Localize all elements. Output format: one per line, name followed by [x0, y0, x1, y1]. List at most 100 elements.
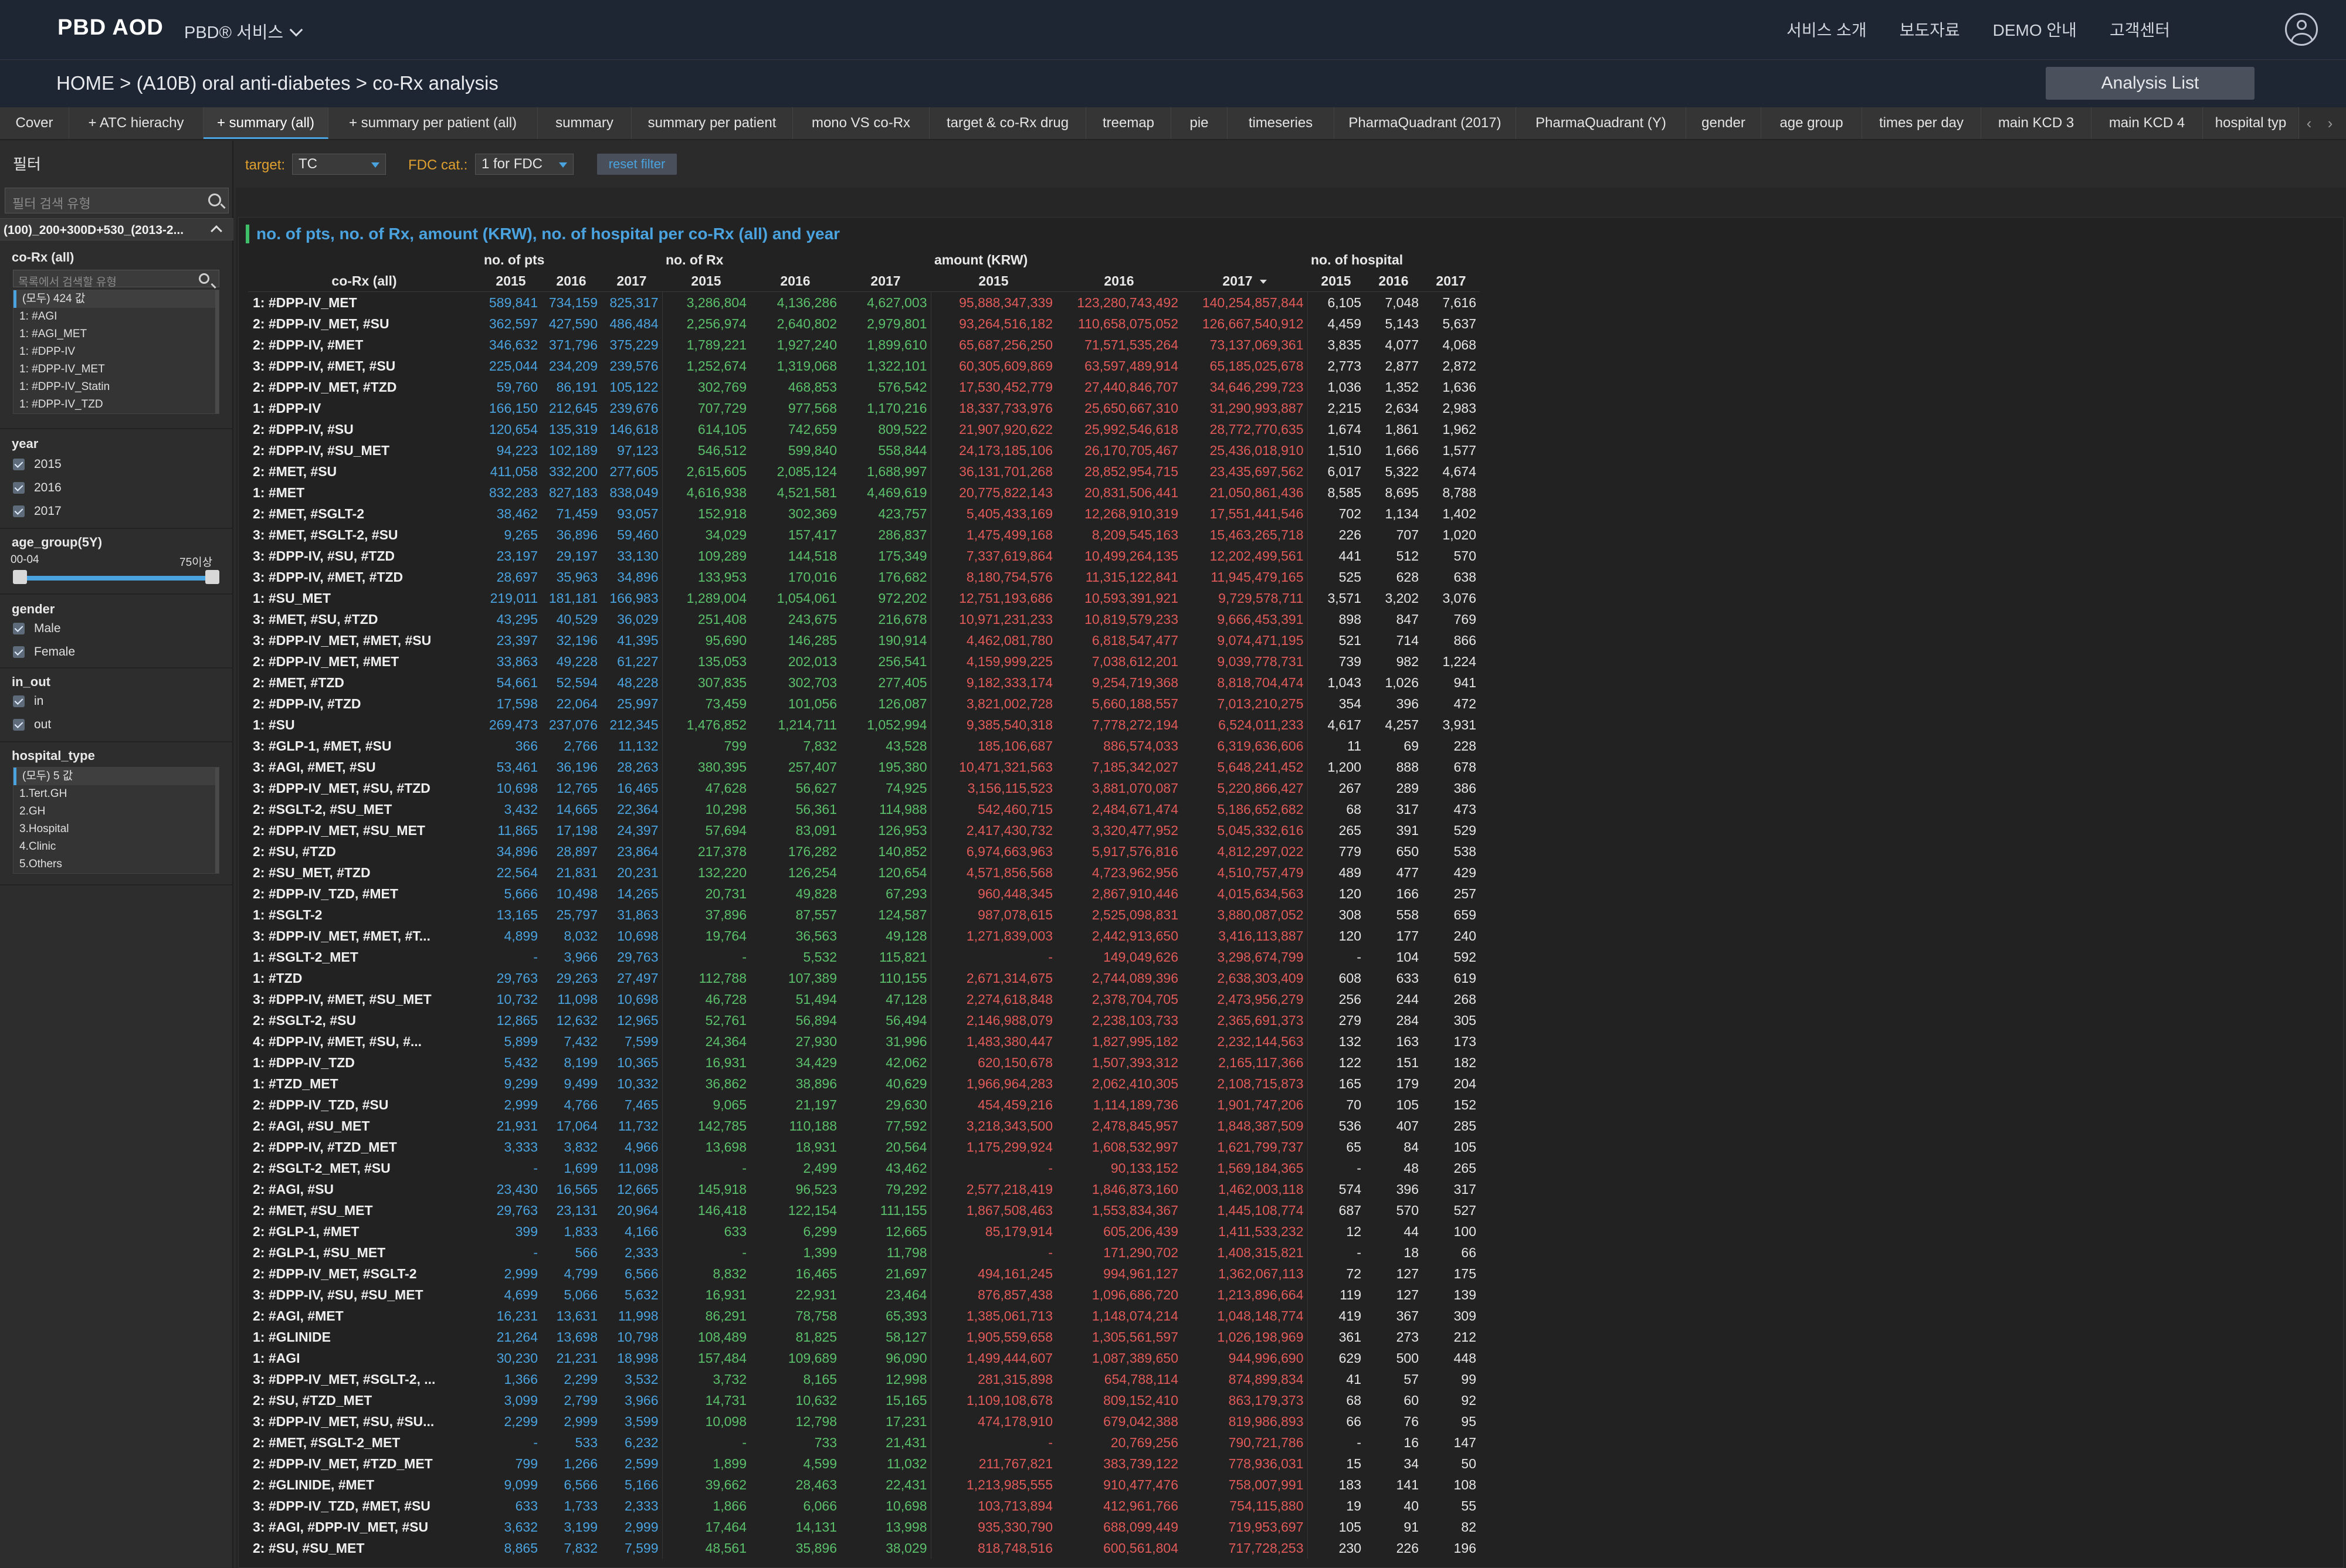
table-row[interactable]: 2: #SGLT-2, #SU_MET 3,432 14,665 22,364 10,2…: [248, 799, 1480, 820]
tab-hospital-type[interactable]: hospital typ: [2203, 107, 2299, 139]
tab-pharmaquadrant-2017[interactable]: PharmaQuadrant (2017): [1334, 107, 1516, 139]
analysis-list-button[interactable]: Analysis List: [2046, 67, 2255, 100]
table-row[interactable]: 3: #MET, #SGLT-2, #SU 9,265 36,896 59,460 34…: [248, 524, 1480, 545]
table-row[interactable]: 1: #SU_MET 219,011 181,181 166,983 1,289,004…: [248, 588, 1480, 609]
logo[interactable]: PBD AOD: [57, 15, 164, 40]
table-row[interactable]: 2: #SU, #TZD 34,896 28,897 23,864 217,378 176…: [248, 841, 1480, 862]
table-row[interactable]: 2: #DPP-IV_MET, #SU 362,597 427,590 486,484…: [248, 313, 1480, 334]
table-row[interactable]: 2: #GLP-1, #MET 399 1,833 4,166 633 6,299 12,6…: [248, 1221, 1480, 1242]
table-row[interactable]: 1: #SGLT-2 13,165 25,797 31,863 37,896 87,557…: [248, 904, 1480, 925]
list-item[interactable]: 4.Clinic: [13, 838, 219, 856]
table-row[interactable]: 2: #SGLT-2_MET, #SU - 1,699 11,098 - 2,499 43,…: [248, 1158, 1480, 1179]
table-row[interactable]: 1: #DPP-IV 166,150 212,645 239,676 707,729 97…: [248, 398, 1480, 419]
slider-min-handle[interactable]: [13, 570, 27, 584]
year-header[interactable]: 2015: [480, 270, 541, 292]
table-row[interactable]: 1: #DPP-IV_MET 589,841 734,159 825,317 3,286…: [248, 291, 1480, 313]
year-header[interactable]: 2017: [840, 270, 931, 292]
reset-filter-button[interactable]: reset filter: [597, 154, 677, 175]
table-row[interactable]: 3: #AGI, #MET, #SU 53,461 36,196 28,263 380,…: [248, 756, 1480, 778]
table-row[interactable]: 3: #DPP-IV, #MET, #SU 225,044 234,209 239,5…: [248, 355, 1480, 376]
table-row[interactable]: 3: #DPP-IV, #MET, #TZD 28,697 35,963 34,896…: [248, 566, 1480, 588]
checkbox-out[interactable]: [13, 719, 25, 731]
tab-times-per-day[interactable]: times per day: [1862, 107, 1981, 139]
list-item[interactable]: 3.Hospital: [13, 820, 219, 838]
tab-atc-hierachy[interactable]: + ATC hierachy: [69, 107, 204, 139]
corx-search-input[interactable]: 목록에서 검색할 유형: [13, 270, 219, 289]
table-row[interactable]: 3: #DPP-IV_MET, #MET, #SU 23,397 32,196 41,…: [248, 630, 1480, 651]
table-row[interactable]: 2: #SU_MET, #TZD 22,564 21,831 20,231 132,22…: [248, 862, 1480, 883]
service-menu[interactable]: PBD® 서비스: [184, 19, 303, 43]
year-header[interactable]: 2015: [662, 270, 750, 292]
user-icon[interactable]: [2285, 13, 2318, 46]
list-item[interactable]: 1.Tert.GH: [13, 785, 219, 803]
tab-scroll-right-icon[interactable]: ›: [2320, 107, 2340, 139]
year-header-sorted[interactable]: 2017: [1182, 270, 1307, 292]
scrollbar[interactable]: [215, 768, 219, 873]
table-row[interactable]: 1: #SGLT-2_MET - 3,966 29,763 - 5,532 115,821 -…: [248, 946, 1480, 968]
table-row[interactable]: 3: #GLP-1, #MET, #SU 366 2,766 11,132 799 7,8…: [248, 735, 1480, 756]
search-icon[interactable]: [208, 194, 221, 206]
tab-summary-per-patient-all[interactable]: + summary per patient (all): [328, 107, 538, 139]
year-header[interactable]: 2016: [1365, 270, 1422, 292]
checkbox-male[interactable]: [13, 623, 25, 634]
table-row[interactable]: 2: #GLP-1, #SU_MET - 566 2,333 - 1,399 11,798 -…: [248, 1242, 1480, 1263]
tab-pie[interactable]: pie: [1171, 107, 1228, 139]
table-row[interactable]: 2: #MET, #SGLT-2 38,462 71,459 93,057 152,91…: [248, 503, 1480, 524]
table-row[interactable]: 3: #DPP-IV_MET, #MET, #T... 4,899 8,032 10,…: [248, 925, 1480, 946]
table-row[interactable]: 2: #DPP-IV, #MET 346,632 371,796 375,229 1,7…: [248, 334, 1480, 355]
year-header[interactable]: 2015: [1307, 270, 1365, 292]
table-row[interactable]: 2: #GLINIDE, #MET 9,099 6,566 5,166 39,662 28…: [248, 1474, 1480, 1495]
search-icon[interactable]: [199, 273, 209, 284]
table-row[interactable]: 2: #MET, #SGLT-2_MET - 533 6,232 - 733 21,431 -…: [248, 1432, 1480, 1453]
table-row[interactable]: 2: #MET, #TZD 54,661 52,594 48,228 307,835 30…: [248, 672, 1480, 693]
tab-summary-per-patient[interactable]: summary per patient: [632, 107, 793, 139]
checkbox-female[interactable]: [13, 646, 25, 658]
chevron-up-icon[interactable]: [211, 225, 222, 237]
table-row[interactable]: 2: #DPP-IV_MET, #TZD_MET 799 1,266 2,599 1,8…: [248, 1453, 1480, 1474]
table-row[interactable]: 2: #DPP-IV, #SU 120,654 135,319 146,618 614,…: [248, 419, 1480, 440]
table-row[interactable]: 2: #MET, #SU 411,058 332,200 277,605 2,615,6…: [248, 461, 1480, 482]
tab-treemap[interactable]: treemap: [1086, 107, 1171, 139]
table-row[interactable]: 1: #MET 832,283 827,183 838,049 4,616,938 4,5…: [248, 482, 1480, 503]
table-row[interactable]: 1: #AGI 30,230 21,231 18,998 157,484 109,689 9…: [248, 1348, 1480, 1369]
table-row[interactable]: 2: #DPP-IV, #TZD_MET 3,333 3,832 4,966 13,69…: [248, 1136, 1480, 1158]
table-row[interactable]: 3: #DPP-IV_MET, #SGLT-2, ... 1,366 2,299 3,…: [248, 1369, 1480, 1390]
table-row[interactable]: 3: #AGI, #DPP-IV_MET, #SU 3,632 3,199 2,999…: [248, 1516, 1480, 1538]
table-row[interactable]: 3: #DPP-IV, #MET, #SU_MET 10,732 11,098 10,…: [248, 989, 1480, 1010]
table-row[interactable]: 3: #DPP-IV_TZD, #MET, #SU 633 1,733 2,333 1,…: [248, 1495, 1480, 1516]
list-item[interactable]: (모두) 424 값: [13, 290, 219, 308]
table-row[interactable]: 3: #DPP-IV_MET, #SU, #SU... 2,299 2,999 3,5…: [248, 1411, 1480, 1432]
target-select[interactable]: TC: [292, 154, 386, 175]
list-item[interactable]: 1: #DPP-IV_Statin: [13, 378, 219, 396]
row-header-label[interactable]: co-Rx (all): [248, 270, 480, 292]
tab-timeseries[interactable]: timeseries: [1228, 107, 1334, 139]
checkbox-2017[interactable]: [13, 505, 25, 517]
checkbox-in[interactable]: [13, 695, 25, 707]
table-row[interactable]: 2: #AGI, #SU 23,430 16,565 12,665 145,918 96,…: [248, 1179, 1480, 1200]
table-row[interactable]: 1: #DPP-IV_TZD 5,432 8,199 10,365 16,931 34,4…: [248, 1052, 1480, 1073]
table-row[interactable]: 2: #AGI, #MET 16,231 13,631 11,998 86,291 78,…: [248, 1305, 1480, 1326]
list-item[interactable]: 1: #DPP-IV: [13, 343, 219, 361]
tab-target-corx-drug[interactable]: target & co-Rx drug: [930, 107, 1086, 139]
sort-desc-icon[interactable]: [1259, 280, 1267, 284]
list-item[interactable]: 1: #AGI_MET: [13, 325, 219, 343]
list-item[interactable]: 5.Others: [13, 856, 219, 873]
table-row[interactable]: 1: #GLINIDE 21,264 13,698 10,798 108,489 81,8…: [248, 1326, 1480, 1348]
scrollbar[interactable]: [215, 290, 219, 413]
table-row[interactable]: 2: #DPP-IV_MET, #MET 33,863 49,228 61,227 13…: [248, 651, 1480, 672]
list-item[interactable]: 2.GH: [13, 803, 219, 820]
table-row[interactable]: 1: #SU 269,473 237,076 212,345 1,476,852 1,21…: [248, 714, 1480, 735]
slider-max-handle[interactable]: [205, 570, 219, 584]
year-header[interactable]: 2016: [541, 270, 601, 292]
table-row[interactable]: 2: #DPP-IV_TZD, #MET 5,666 10,498 14,265 20,…: [248, 883, 1480, 904]
tab-age-group[interactable]: age group: [1761, 107, 1862, 139]
year-header[interactable]: 2016: [750, 270, 840, 292]
nav-item-demo[interactable]: DEMO 안내: [1993, 18, 2077, 41]
selection-summary[interactable]: (100)_200+300D+530_(2013-2...: [0, 218, 233, 240]
tab-scroll-left-icon[interactable]: ‹: [2299, 107, 2319, 139]
year-header[interactable]: 2016: [1056, 270, 1182, 292]
table-row[interactable]: 3: #MET, #SU, #TZD 43,295 40,529 36,029 251,…: [248, 609, 1480, 630]
age-range-slider[interactable]: [18, 576, 215, 581]
table-row[interactable]: 2: #DPP-IV_MET, #TZD 59,760 86,191 105,122 3…: [248, 376, 1480, 398]
tab-summary-all[interactable]: + summary (all): [204, 107, 328, 139]
